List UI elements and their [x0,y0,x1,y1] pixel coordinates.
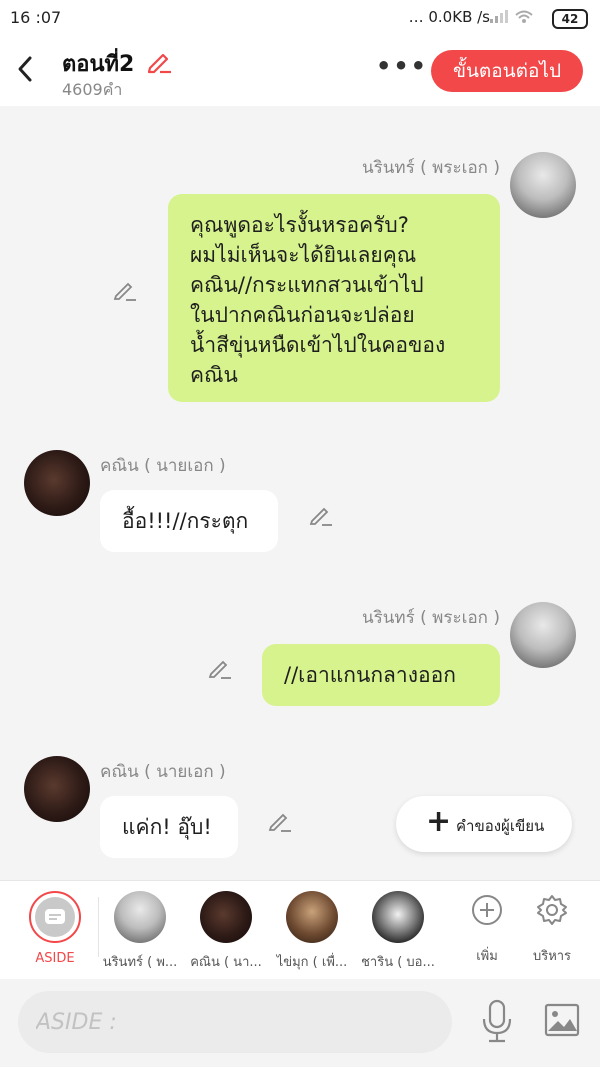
character-label: ASIDE [35,951,75,966]
character-narin[interactable]: นรินทร์ ( พ... [100,891,180,972]
edit-message-icon[interactable] [208,656,232,680]
battery-icon: 42 [552,9,588,29]
avatar[interactable] [510,602,576,668]
image-icon[interactable] [544,1003,580,1037]
back-icon[interactable] [14,54,36,84]
add-circle-icon [472,895,502,925]
tool-label: เพิ่ม [476,949,498,964]
sender-name: นรินทร์ ( พระเอก ) [362,608,500,628]
edit-message-icon[interactable] [309,503,333,527]
author-note-label: คำของผู้เขียน [456,817,545,835]
message-line: ผมไม่เห็นจะได้ยินเลยคุณ [190,243,417,267]
signal-icon [490,10,533,23]
status-time: 16 :07 [10,8,62,27]
character-label: คณิน ( นา... [190,955,262,970]
avatar[interactable] [24,756,90,822]
message-line: แค่ก! อุ๊บ! [122,815,212,839]
sender-name: คณิน ( นายเอก ) [100,762,226,782]
character-kanin[interactable]: คณิน ( นา... [186,891,266,972]
character-khaimuk[interactable]: ไข่มุก ( เพื่... [272,891,352,972]
signal-wifi-icons [488,7,534,29]
character-label: นรินทร์ ( พ... [102,955,178,970]
input-bar [0,979,600,1067]
message-line: คณิน [190,363,238,387]
message-bubble[interactable]: //เอาแกนกลางออก [262,644,500,706]
microphone-icon[interactable] [480,999,514,1045]
avatar [286,891,338,943]
avatar [200,891,252,943]
word-count: 4609คำ [62,80,123,99]
status-bar: 16 :07 … 0.0KB /s 42 [0,0,600,36]
aside-avatar [29,891,81,943]
edit-title-icon[interactable] [146,48,172,74]
manage-button[interactable]: บริหาร [522,893,582,966]
avatar[interactable] [510,152,576,218]
divider [98,897,99,957]
avatar[interactable] [24,450,90,516]
character-label: ไข่มุก ( เพื่... [276,955,348,970]
character-bar: ASIDE นรินทร์ ( พ... คณิน ( นา... ไข่มุก… [0,880,600,980]
edit-message-icon[interactable] [268,809,292,833]
page-title[interactable]: ตอนที่2 [62,46,134,81]
sender-name: นรินทร์ ( พระเอก ) [362,158,500,178]
tool-label: บริหาร [532,949,572,964]
character-aside[interactable]: ASIDE [15,891,95,966]
message-input[interactable] [18,991,452,1053]
message-line: ในปากคณินก่อนจะปล่อย [190,303,415,327]
message-bubble[interactable]: แค่ก! อุ๊บ! [100,796,238,858]
next-step-button[interactable]: ขั้นตอนต่อไป [431,50,583,92]
plus-icon: + [426,804,452,839]
character-label: ชาริน ( บอ... [361,955,435,970]
avatar [372,891,424,943]
sender-name: คณิน ( นายเอก ) [100,456,226,476]
message-line: คณิน//กระแทกสวนเข้าไป [190,273,424,297]
message-bubble[interactable]: คุณพูดอะไรงั้นหรอครับ? ผมไม่เห็นจะได้ยิน… [168,194,500,402]
gear-icon [537,895,567,925]
message-bubble[interactable]: อื้อ!!!//กระตุก [100,490,278,552]
edit-message-icon[interactable] [113,278,137,302]
chat-bubble-icon [35,897,75,937]
more-options-icon[interactable]: ••• [376,52,428,80]
message-line: คุณพูดอะไรงั้นหรอครับ? [190,213,409,237]
add-character-button[interactable]: เพิ่ม [457,893,517,966]
message-line: //เอาแกนกลางออก [284,663,456,687]
avatar [114,891,166,943]
author-note-button[interactable]: + คำของผู้เขียน [396,796,572,852]
message-line: น้ำสีขุ่นหนืดเข้าไปในคอของ [190,333,446,357]
message-line: อื้อ!!!//กระตุก [122,509,249,533]
character-charin[interactable]: ชาริน ( บอ... [358,891,438,972]
network-speed: … 0.0KB /s [408,8,490,26]
app-header: ตอนที่2 4609คำ ••• ขั้นตอนต่อไป [0,36,600,106]
